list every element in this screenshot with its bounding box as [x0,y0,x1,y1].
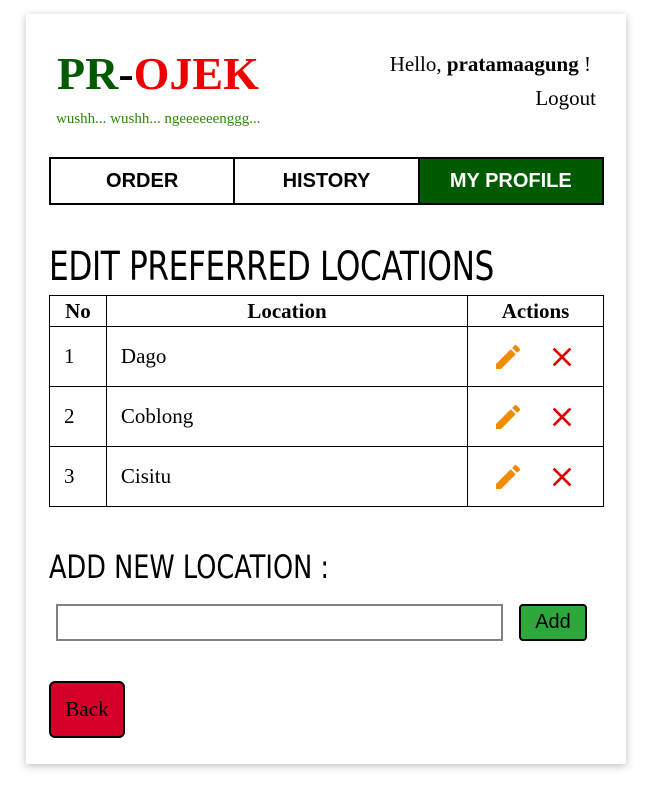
locations-table: No Location Actions 1 Dago 2 Coblong 3 C… [49,295,604,507]
logo-pr: PR [57,48,119,99]
close-icon[interactable] [546,341,578,373]
tab-order[interactable]: ORDER [49,157,236,205]
column-header-no: No [49,295,107,327]
username: pratamaagung [446,52,579,76]
user-greeting: Hello, pratamaagung ! [390,52,591,77]
row-number: 3 [49,446,107,507]
table-row: 3 Cisitu [49,446,604,507]
main-nav: ORDER HISTORY MY PROFILE [49,157,604,205]
new-location-input[interactable] [56,604,503,641]
logo-dash: - [118,48,134,99]
table-row: 1 Dago [49,326,604,387]
greeting-prefix: Hello, [389,52,447,76]
table-header-row: No Location Actions [49,295,604,327]
column-header-location: Location [105,295,469,327]
row-actions [467,326,604,387]
pencil-icon[interactable] [492,341,524,373]
logo: PR-OJEK [57,48,259,100]
row-actions [467,446,604,507]
row-number: 2 [49,386,107,447]
logout-link[interactable]: Logout [535,86,596,111]
row-actions [467,386,604,447]
page-title: EDIT PREFERRED LOCATIONS [49,244,494,290]
close-icon[interactable] [546,401,578,433]
close-icon[interactable] [546,461,578,493]
pencil-icon[interactable] [492,461,524,493]
row-location: Cisitu [105,446,469,507]
add-location-title: ADD NEW LOCATION : [49,548,329,586]
tab-my-profile[interactable]: MY PROFILE [419,157,604,205]
logo-ojek: OJEK [133,48,259,99]
back-button[interactable]: Back [49,681,125,738]
row-location: Coblong [105,386,469,447]
table-row: 2 Coblong [49,386,604,447]
tab-history[interactable]: HISTORY [235,157,420,205]
add-location-button[interactable]: Add [519,604,587,641]
row-location: Dago [105,326,469,387]
row-number: 1 [49,326,107,387]
greeting-suffix: ! [578,52,591,76]
pencil-icon[interactable] [492,401,524,433]
tagline: wushh... wushh... ngeeeeeenggg... [56,111,261,127]
column-header-actions: Actions [467,295,604,327]
